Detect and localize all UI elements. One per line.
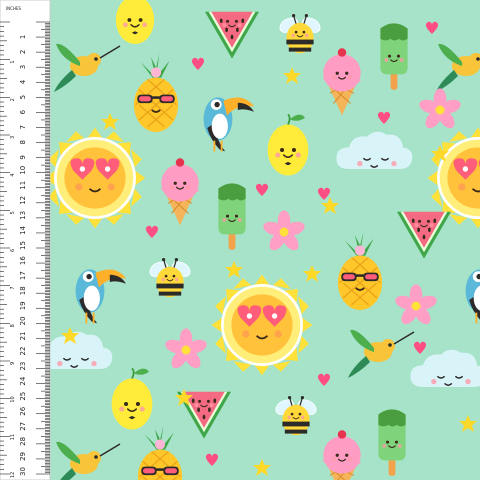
ruler-inch-number: 3: [10, 136, 16, 139]
ruler-cm-number: 4: [19, 79, 27, 84]
ruler-unit-label: INCHES: [6, 6, 22, 11]
ruler-cm-number: 15: [19, 241, 27, 250]
ruler-cm-number: 10: [19, 166, 27, 175]
ruler-cm-number: 9: [19, 155, 27, 159]
ruler-inch-number: 10: [10, 396, 16, 402]
ruler-inch-number: 2: [10, 98, 16, 101]
ruler-cm-number: 7: [19, 125, 27, 129]
ruler-cm-number: 12: [19, 196, 27, 205]
ruler-cm-number: 27: [19, 422, 27, 431]
ruler-cm-number: 24: [19, 376, 27, 385]
ruler-cm-number: 2: [19, 50, 27, 54]
ruler-inch-number: 9: [10, 362, 16, 365]
ruler-cm-number: 6: [19, 109, 27, 114]
ruler-cm-number: 19: [19, 301, 27, 310]
ruler-cm-number: 30: [19, 467, 27, 476]
ruler-cm-number: 11: [19, 181, 27, 190]
ruler-cm-number: 17: [19, 271, 27, 280]
pattern-canvas: 1234567891011121314151617181920212223242…: [0, 0, 480, 480]
ruler-inch-number: 8: [10, 324, 16, 327]
ruler-cm-number: 5: [19, 95, 27, 99]
ruler-inch-number: 12: [10, 472, 16, 478]
fabric-swatch: 1 2 3 4 5 6 7 8 9 10 11 12 13 14 15 16 17 18 19 20 21 22 23 24 2…: [0, 0, 480, 480]
ruler-cm-number: 1: [19, 35, 27, 39]
ruler-cm-number: 18: [19, 286, 27, 295]
sun-motif: [43, 126, 147, 230]
ruler-cm-number: 20: [19, 316, 27, 325]
ruler-cm-number: 29: [19, 452, 27, 461]
ruler-cm-number: 25: [19, 392, 27, 401]
ruler-cm-number: 13: [19, 211, 27, 220]
ruler-inch-number: 11: [10, 434, 16, 440]
ruler-cm-number: 23: [19, 362, 27, 371]
ruler-cm-number: 28: [19, 437, 27, 446]
ruler-cm-number: 26: [19, 406, 27, 415]
measuring-ruler: 1234567891011121314151617181920212223242…: [0, 0, 51, 480]
ruler-inch-number: 1: [10, 60, 16, 63]
ruler-cm-number: 21: [19, 331, 27, 340]
ruler-inch-number: 4: [10, 173, 16, 176]
ruler-cm-number: 14: [19, 225, 27, 234]
ruler-inch-number: 7: [10, 286, 16, 289]
ruler-cm-number: 16: [19, 256, 27, 265]
ruler-inch-number: 6: [10, 249, 16, 252]
ruler-cm-number: 8: [19, 140, 27, 144]
ruler-cm-number: 22: [19, 347, 27, 356]
ruler-inch-number: 5: [10, 211, 16, 214]
ruler-cm-number: 3: [19, 65, 27, 69]
sun-motif: [210, 273, 314, 377]
